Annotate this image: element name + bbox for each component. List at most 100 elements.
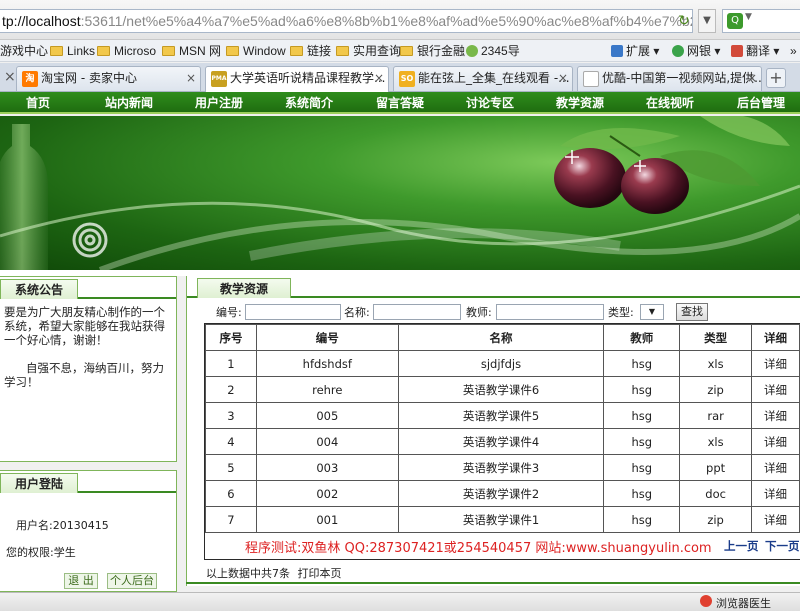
- login-header: 用户登陆: [0, 471, 176, 493]
- cell-index: 7: [205, 506, 257, 533]
- nav-item-video[interactable]: 在线视听: [645, 92, 695, 114]
- search-engine-icon[interactable]: Q: [727, 13, 743, 29]
- cell-type: xls: [679, 428, 753, 455]
- cell-name: 英语教学课件2: [397, 480, 605, 507]
- cell-code: 004: [255, 428, 399, 455]
- nav-item-resources[interactable]: 教学资源: [555, 92, 605, 114]
- close-icon[interactable]: ×: [186, 67, 196, 90]
- detail-link[interactable]: 详细: [751, 376, 800, 403]
- favorite-item[interactable]: 游戏中心: [0, 43, 48, 59]
- new-tab-button[interactable]: +: [766, 68, 786, 88]
- tab-label: 大学英语听说精品课程教学...: [230, 71, 386, 85]
- notice-header: 系统公告: [0, 277, 176, 299]
- browser-tab[interactable]: SO 能在弦上_全集_在线观看 -... ×: [393, 66, 573, 91]
- cell-teacher: hsg: [603, 454, 681, 481]
- print-link[interactable]: 打印本页: [298, 567, 342, 580]
- detail-link[interactable]: 详细: [751, 506, 800, 533]
- username-row: 用户名:20130415: [16, 517, 109, 533]
- detail-link[interactable]: 详细: [751, 402, 800, 429]
- cell-teacher: hsg: [603, 402, 681, 429]
- resources-header: 教学资源: [187, 276, 800, 298]
- table-row: 6 002 英语教学课件2 hsg doc 详细: [205, 480, 800, 507]
- cell-index: 4: [205, 428, 257, 455]
- chevron-down-icon[interactable]: ▼: [745, 12, 752, 22]
- cell-name: 英语教学课件4: [397, 428, 605, 455]
- favorite-item[interactable]: Window: [226, 43, 286, 59]
- address-dropdown-button[interactable]: ▼: [698, 9, 716, 33]
- folder-icon: [162, 46, 175, 56]
- detail-link[interactable]: 详细: [751, 428, 800, 455]
- favorite-item[interactable]: 实用查询: [336, 43, 401, 59]
- table-row: 1 hfdshdsf sjdjfdjs hsg xls 详细: [205, 350, 800, 377]
- browser-tab[interactable]: 淘 淘宝网 - 卖家中心 ×: [16, 66, 201, 91]
- close-icon[interactable]: ×: [747, 67, 757, 90]
- nav-item-news[interactable]: 站内新闻: [104, 92, 154, 114]
- cell-code: hfdshdsf: [255, 350, 399, 377]
- nav-item-home[interactable]: 首页: [20, 92, 56, 114]
- filter-type-select[interactable]: ▼: [640, 304, 664, 320]
- search-button[interactable]: 查找: [676, 303, 708, 321]
- address-input[interactable]: tp://localhost:53611/net%e5%a4%a7%e5%ad%…: [0, 9, 693, 33]
- refresh-icon[interactable]: ↻: [676, 13, 692, 29]
- cell-teacher: hsg: [603, 350, 681, 377]
- favorite-item[interactable]: 2345导: [466, 43, 520, 59]
- more-icon[interactable]: »: [790, 43, 797, 59]
- favorite-item[interactable]: Links: [50, 43, 95, 59]
- filter-teacher-input[interactable]: [496, 304, 604, 320]
- nav-item-forum[interactable]: 讨论专区: [465, 92, 515, 114]
- folder-icon: [97, 46, 110, 56]
- username-value: 20130415: [52, 519, 109, 532]
- favorite-item[interactable]: 银行金融: [400, 43, 465, 59]
- nav-item-admin[interactable]: 后台管理: [736, 92, 786, 114]
- cell-index: 1: [205, 350, 257, 377]
- personal-backend-button[interactable]: 个人后台: [107, 573, 157, 589]
- cell-type: zip: [679, 376, 753, 403]
- logout-button[interactable]: 退 出: [64, 573, 98, 589]
- cell-index: 2: [205, 376, 257, 403]
- role-value: 学生: [53, 546, 76, 559]
- favorite-item[interactable]: Microso: [97, 43, 156, 59]
- detail-link[interactable]: 详细: [751, 480, 800, 507]
- close-icon[interactable]: ×: [4, 69, 16, 85]
- nav-item-register[interactable]: 用户注册: [194, 92, 244, 114]
- browser-tab[interactable]: 优酷-中国第一视频网站,提供... ×: [577, 66, 762, 91]
- cell-index: 5: [205, 454, 257, 481]
- tab-label: 淘宝网 - 卖家中心: [41, 71, 137, 85]
- nav-item-intro[interactable]: 系统简介: [284, 92, 334, 114]
- nav-item-qa[interactable]: 留言答疑: [375, 92, 425, 114]
- close-icon[interactable]: ×: [558, 67, 568, 90]
- record-summary: 以上数据中共7条: [206, 567, 290, 580]
- favorite-item[interactable]: MSN 网: [162, 43, 221, 59]
- filter-code-input[interactable]: [245, 304, 341, 320]
- user-login-panel: 用户登陆 用户名:20130415 您的权限:学生 退 出 个人后台: [0, 470, 177, 592]
- browser-doctor-button[interactable]: 浏览器医生: [716, 595, 771, 611]
- favorite-item[interactable]: 链接: [290, 43, 331, 59]
- table-row: 7 001 英语教学课件1 hsg zip 详细: [205, 506, 800, 533]
- site-nav: 首页 站内新闻 用户注册 系统简介 留言答疑 讨论专区 教学资源 在线视听 后台…: [0, 92, 800, 114]
- extensions-button[interactable]: 扩展 ▾: [611, 43, 659, 59]
- page-icon: [583, 71, 599, 87]
- folder-icon: [290, 46, 303, 56]
- translate-button[interactable]: 翻译 ▾: [731, 43, 779, 59]
- cell-teacher: hsg: [603, 428, 681, 455]
- detail-link[interactable]: 详细: [751, 454, 800, 481]
- prev-page-link[interactable]: 上一页: [724, 538, 759, 554]
- translate-icon: [731, 45, 743, 57]
- close-icon[interactable]: ×: [374, 67, 384, 90]
- cell-type: rar: [679, 402, 753, 429]
- cell-index: 6: [205, 480, 257, 507]
- next-page-link[interactable]: 下一页: [765, 538, 800, 554]
- table-header-row: 序号 编号 名称 教师 类型 详细: [205, 324, 800, 351]
- cell-name: sjdjfdjs: [397, 350, 605, 377]
- browser-tab-active[interactable]: PMA 大学英语听说精品课程教学... ×: [205, 66, 389, 92]
- table-row: 4 004 英语教学课件4 hsg xls 详细: [205, 428, 800, 455]
- resources-title: 教学资源: [197, 278, 292, 298]
- filter-name-input[interactable]: [373, 304, 461, 320]
- search-input[interactable]: Q ▼: [722, 9, 800, 33]
- cell-teacher: hsg: [603, 506, 681, 533]
- role-label: 您的权限:: [6, 546, 54, 559]
- resources-table: 序号 编号 名称 教师 类型 详细 1 hfdshdsf sjdjfdjs hs…: [205, 324, 800, 533]
- online-banking-button[interactable]: 网银 ▾: [672, 43, 720, 59]
- detail-link[interactable]: 详细: [751, 350, 800, 377]
- tab-label: 能在弦上_全集_在线观看 -...: [418, 71, 570, 85]
